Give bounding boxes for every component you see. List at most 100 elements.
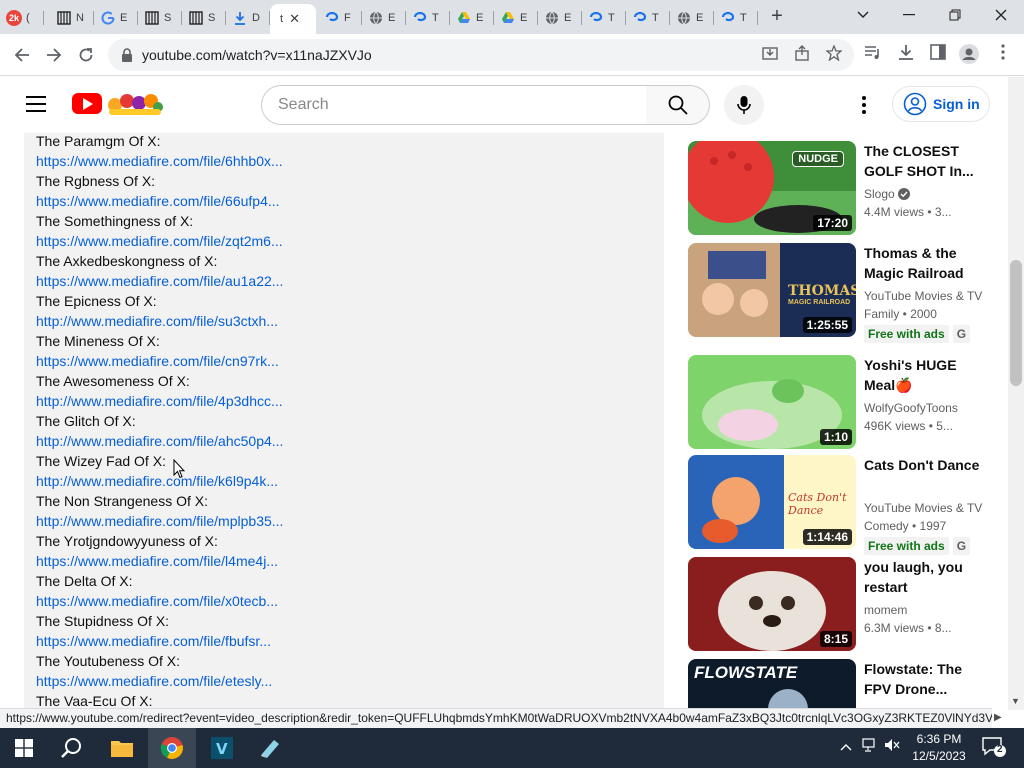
channel-name[interactable]: momem — [864, 601, 992, 619]
url-text[interactable]: youtube.com/watch?v=x11naJZXVJo — [142, 47, 372, 63]
profile-avatar-icon[interactable] — [958, 44, 980, 66]
description-download-link[interactable]: https://www.mediafire.com/file/fbufsr... — [36, 631, 283, 651]
tray-chevron-up-icon[interactable] — [840, 738, 852, 754]
video-title[interactable]: Flowstate: The FPV Drone... — [864, 659, 992, 699]
tab-close-icon[interactable]: ✕ — [289, 11, 300, 27]
description-download-link[interactable]: http://www.mediafire.com/file/mplpb35... — [36, 511, 283, 531]
video-title[interactable]: The CLOSEST GOLF SHOT In... — [864, 141, 992, 181]
tab-search-chevron-icon[interactable] — [840, 0, 886, 30]
description-download-link[interactable]: https://www.mediafire.com/file/6hhb0x... — [36, 151, 283, 171]
scrollbar-thumb[interactable] — [1010, 260, 1022, 386]
clock[interactable]: 6:36 PM 12/5/2023 — [906, 731, 972, 765]
bookmark-star-icon[interactable] — [824, 44, 844, 65]
recommended-video[interactable]: 8:15 you laugh, you restart momem 6.3M views… — [688, 557, 993, 653]
browser-tab[interactable]: E — [450, 4, 494, 32]
close-window-button[interactable] — [978, 0, 1024, 30]
minimize-button[interactable] — [886, 0, 932, 30]
browser-tab[interactable]: T — [406, 4, 450, 32]
scroll-right-arrow-icon[interactable]: ▶ — [994, 712, 1002, 723]
youtube-logo-icon[interactable] — [72, 93, 102, 114]
video-thumbnail[interactable]: Cats Don't Dance 1:14:46 — [688, 455, 856, 549]
description-download-link[interactable]: http://www.mediafire.com/file/ahc50p4... — [36, 431, 283, 451]
browser-tab[interactable]: T — [714, 4, 758, 32]
description-download-link[interactable]: https://www.mediafire.com/file/66ufp4... — [36, 191, 283, 211]
browser-tab[interactable]: E — [362, 4, 406, 32]
youtube-doodle-icon[interactable] — [105, 89, 165, 117]
volume-muted-icon[interactable] — [884, 738, 900, 755]
recommended-video[interactable]: 1:10 Yoshi's HUGE Meal🍎 WolfyGoofyToons 496K… — [688, 355, 993, 451]
recommended-video[interactable]: THOMAS MAGIC RAILROAD 1:25:55 Thomas & the M… — [688, 243, 993, 343]
browser-tab[interactable]: E — [670, 4, 714, 32]
share-icon[interactable] — [792, 45, 812, 65]
description-download-link[interactable]: http://www.mediafire.com/file/4p3dhcc... — [36, 391, 283, 411]
video-title[interactable]: Thomas & the Magic Railroad — [864, 243, 992, 283]
search-input[interactable]: Search — [261, 85, 647, 125]
downloads-icon[interactable] — [895, 44, 917, 66]
forward-arrow-icon[interactable] — [42, 43, 66, 67]
channel-name[interactable]: WolfyGoofyToons — [864, 399, 992, 417]
video-title[interactable]: Cats Don't Dance — [864, 455, 992, 475]
taskbar-search-icon[interactable] — [48, 728, 96, 768]
video-thumbnail[interactable]: FLOWSTATE — [688, 659, 856, 710]
restore-button[interactable] — [932, 0, 978, 30]
video-thumbnail[interactable]: NUDGE 17:20 — [688, 141, 856, 235]
video-thumbnail[interactable]: 8:15 — [688, 557, 856, 651]
side-panel-icon[interactable] — [927, 44, 949, 66]
browser-tab[interactable]: E — [94, 4, 138, 32]
chrome-menu-icon[interactable] — [992, 44, 1014, 66]
browser-tab[interactable]: S — [138, 4, 182, 32]
voice-search-button[interactable] — [724, 85, 764, 125]
scroll-down-arrow-icon[interactable]: ▼ — [1011, 696, 1020, 706]
browser-tab[interactable]: t ✕ — [270, 4, 316, 34]
browser-tab[interactable]: S — [182, 4, 226, 32]
browser-tab[interactable]: T — [626, 4, 670, 32]
notifications-icon[interactable]: 2 — [982, 736, 1006, 761]
browser-tab[interactable]: F — [318, 4, 362, 32]
sign-in-button[interactable]: Sign in — [892, 86, 990, 122]
browser-tab[interactable]: 2k ( — [0, 4, 44, 32]
browser-tab[interactable]: T — [582, 4, 626, 32]
recommended-video[interactable]: FLOWSTATE Flowstate: The FPV Drone... — [688, 659, 993, 710]
video-duration: 1:10 — [819, 429, 852, 445]
recommended-video[interactable]: NUDGE 17:20 The CLOSEST GOLF SHOT In... Slog… — [688, 141, 993, 237]
channel-name[interactable]: YouTube Movies & TV — [864, 287, 992, 305]
recommended-video[interactable]: Cats Don't Dance 1:14:46 Cats Don't Dance Y… — [688, 455, 993, 555]
description-file-title: The Epicness Of X: — [36, 293, 157, 309]
channel-name[interactable]: YouTube Movies & TV — [864, 499, 992, 517]
description-download-link[interactable]: https://www.mediafire.com/file/au1a22... — [36, 271, 283, 291]
media-queue-icon[interactable] — [862, 44, 884, 66]
vegas-app-icon[interactable]: V — [198, 728, 246, 768]
notepad-app-icon[interactable] — [246, 728, 294, 768]
start-windows-icon[interactable] — [0, 728, 48, 768]
browser-tab[interactable]: N — [50, 4, 94, 32]
new-tab-button[interactable]: + — [766, 6, 788, 28]
video-thumbnail[interactable]: THOMAS MAGIC RAILROAD 1:25:55 — [688, 243, 856, 337]
browser-tab[interactable]: D — [226, 4, 270, 32]
video-thumbnail[interactable]: 1:10 — [688, 355, 856, 449]
description-download-link[interactable]: http://www.mediafire.com/file/su3ctxh... — [36, 311, 283, 331]
description-download-link[interactable]: https://www.mediafire.com/file/etesly... — [36, 671, 283, 691]
page-scrollbar[interactable] — [1008, 77, 1024, 710]
description-download-link[interactable]: https://www.mediafire.com/file/l4me4j... — [36, 551, 283, 571]
menu-hamburger-icon[interactable] — [26, 96, 46, 112]
channel-name[interactable]: Slogo — [864, 185, 992, 203]
install-app-icon[interactable] — [760, 45, 780, 65]
address-bar[interactable]: youtube.com/watch?v=x11naJZXVJo — [108, 39, 854, 71]
browser-tab[interactable]: E — [494, 4, 538, 32]
network-icon[interactable] — [862, 738, 878, 755]
description-download-link[interactable]: https://www.mediafire.com/file/zqt2m6... — [36, 231, 283, 251]
description-download-link[interactable]: http://www.mediafire.com/file/k6l9p4k... — [36, 471, 283, 491]
chrome-taskbar-icon[interactable] — [148, 728, 196, 768]
description-download-link[interactable]: https://www.mediafire.com/file/cn97rk... — [36, 351, 283, 371]
reload-icon[interactable] — [74, 43, 98, 67]
search-button[interactable] — [646, 85, 710, 125]
browser-tab[interactable]: E — [538, 4, 582, 32]
video-title[interactable]: you laugh, you restart — [864, 557, 992, 597]
settings-kebab-icon[interactable] — [855, 94, 873, 116]
lock-icon[interactable] — [120, 47, 134, 63]
file-explorer-icon[interactable] — [98, 728, 146, 768]
video-duration: 8:15 — [819, 631, 852, 647]
video-title[interactable]: Yoshi's HUGE Meal🍎 — [864, 355, 992, 395]
back-arrow-icon[interactable] — [10, 43, 34, 67]
description-download-link[interactable]: https://www.mediafire.com/file/x0tecb... — [36, 591, 283, 611]
